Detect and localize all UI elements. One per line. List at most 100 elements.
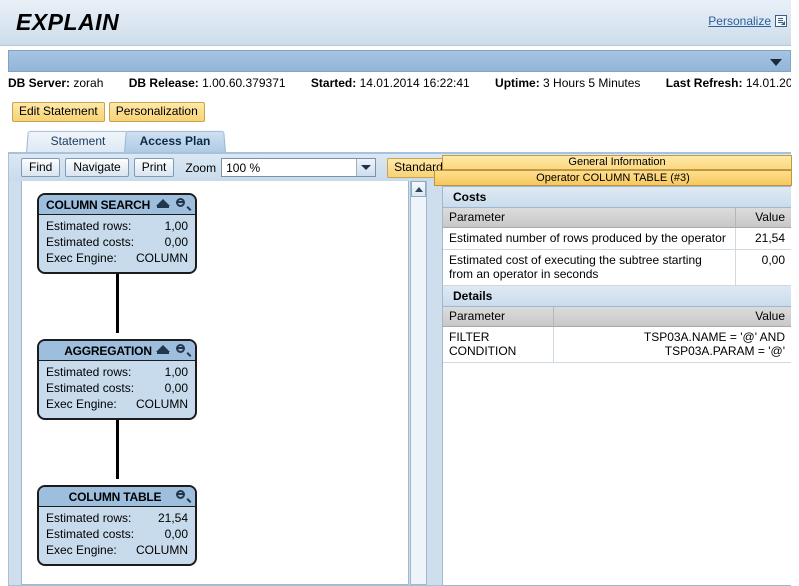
row-label: Exec Engine:: [46, 251, 117, 265]
magnify-minus-icon[interactable]: [176, 344, 190, 357]
row-value: 0,00: [164, 381, 188, 395]
costs-row-0-parameter: Estimated number of rows produced by the…: [443, 227, 736, 250]
tab-access-plan[interactable]: Access Plan: [124, 130, 226, 153]
costs-row-0-value: 21,54: [735, 227, 791, 250]
row-value: COLUMN: [135, 397, 188, 411]
page-right-margin: [791, 0, 799, 586]
costs-section-header: Costs: [443, 187, 791, 208]
plan-node-row: Estimated rows: 21,54: [46, 510, 188, 526]
plan-node-column-search[interactable]: COLUMN SEARCH Estimated rows: 1,00 Estim…: [37, 193, 197, 274]
personalize-link[interactable]: Personalize: [708, 14, 771, 28]
plan-node-title: COLUMN SEARCH: [46, 197, 151, 212]
costs-row-1-value: 0,00: [735, 249, 791, 286]
costs-col-value[interactable]: Value: [735, 208, 791, 228]
edit-statement-button[interactable]: Edit Statement: [12, 102, 105, 122]
info-label: Last Refresh:: [665, 76, 743, 90]
costs-table-header-row: Parameter Value: [443, 208, 791, 228]
tab-statement[interactable]: Statement: [26, 130, 130, 153]
plan-node-row: Estimated costs: 0,00: [46, 526, 188, 542]
detail-panel-body: Costs Parameter Value Estimated number o…: [442, 186, 792, 586]
info-value: zorah: [73, 76, 104, 90]
info-value: 14.01.2014 16:22:41: [359, 76, 470, 90]
table-row[interactable]: FILTER CONDITION TSP03A.NAME = '@' AND T…: [443, 326, 791, 363]
row-label: Exec Engine:: [46, 397, 117, 411]
chevron-down-icon[interactable]: [356, 159, 376, 176]
info-started: Started: 14.01.2014 16:22:41: [311, 76, 470, 90]
info-label: Started:: [310, 76, 357, 90]
print-button[interactable]: Print: [133, 158, 175, 177]
collapse-icon[interactable]: [156, 198, 170, 211]
plan-node-title: AGGREGATION: [64, 343, 152, 358]
plan-node-titlebar: COLUMN SEARCH: [39, 195, 195, 215]
plan-node-row: Exec Engine: COLUMN: [46, 542, 188, 558]
costs-row-1-parameter: Estimated cost of executing the subtree …: [443, 249, 736, 286]
navigate-button[interactable]: Navigate: [65, 158, 129, 177]
graph-connector: [116, 271, 119, 333]
personalization-button[interactable]: Personalization: [108, 102, 205, 122]
plan-node-row: Exec Engine: COLUMN: [46, 396, 188, 412]
plan-node-rows: Estimated rows: 1,00 Estimated costs: 0,…: [39, 361, 195, 418]
info-last-refresh: Last Refresh: 14.01.2014 19:25:26: [666, 76, 799, 90]
info-label: Uptime:: [495, 76, 540, 90]
magnify-minus-icon[interactable]: [176, 490, 190, 503]
details-col-value[interactable]: Value: [553, 307, 791, 327]
row-label: Estimated rows:: [46, 511, 132, 525]
operator-detail-panel: General Information Operator COLUMN TABL…: [434, 154, 792, 586]
row-value: 21,54: [157, 511, 188, 525]
costs-table: Parameter Value Estimated number of rows…: [443, 208, 791, 286]
plan-node-rows: Estimated rows: 1,00 Estimated costs: 0,…: [39, 215, 195, 272]
plan-node-row: Estimated costs: 0,00: [46, 234, 188, 250]
plan-node-aggregation[interactable]: AGGREGATION Estimated rows: 1,00 Estimat…: [37, 339, 197, 420]
zoom-combo[interactable]: 100 %: [221, 158, 377, 177]
tab-general-information[interactable]: General Information: [442, 155, 792, 170]
chevron-down-icon[interactable]: [770, 59, 782, 66]
magnify-minus-icon[interactable]: [176, 198, 190, 211]
graph-vertical-scrollbar[interactable]: [410, 181, 427, 585]
scroll-up-icon[interactable]: [411, 181, 426, 197]
row-label: Exec Engine:: [46, 543, 117, 557]
info-value: 1.00.60.379371: [202, 76, 286, 90]
plan-node-row: Estimated costs: 0,00: [46, 380, 188, 396]
table-row[interactable]: Estimated number of rows produced by the…: [443, 227, 791, 250]
row-label: Estimated rows:: [46, 365, 132, 379]
info-value: 3 Hours 5 Minutes: [543, 76, 641, 90]
tab-access-plan-label: Access Plan: [139, 134, 211, 148]
table-row[interactable]: Estimated cost of executing the subtree …: [443, 249, 791, 286]
plan-node-titlebar: AGGREGATION: [39, 341, 195, 361]
info-label: DB Release:: [128, 76, 199, 90]
info-db-server: DB Server: zorah: [8, 76, 103, 90]
row-value: 1,00: [164, 219, 188, 233]
find-button[interactable]: Find: [21, 158, 61, 177]
info-db-release: DB Release: 1.00.60.379371: [129, 76, 286, 90]
row-value: 0,00: [164, 527, 188, 541]
access-plan-graph[interactable]: COLUMN SEARCH Estimated rows: 1,00 Estim…: [21, 181, 409, 585]
personalize-area[interactable]: Personalize: [708, 14, 787, 28]
app-header: EXPLAIN Personalize: [0, 0, 799, 46]
row-label: Estimated costs:: [46, 235, 135, 249]
collapse-icon[interactable]: [156, 344, 170, 357]
system-info-line: DB Server: zorah DB Release: 1.00.60.379…: [8, 76, 799, 94]
plan-node-icons: [156, 344, 190, 357]
info-label: DB Server:: [8, 76, 71, 90]
details-section-header: Details: [443, 286, 791, 307]
tab-operator-column-table[interactable]: Operator COLUMN TABLE (#3): [434, 170, 792, 186]
row-label: Estimated rows:: [46, 219, 132, 233]
zoom-input[interactable]: 100 %: [222, 161, 356, 175]
plan-node-column-table[interactable]: COLUMN TABLE Estimated rows: 21,54 Estim…: [37, 485, 197, 566]
details-table-header-row: Parameter Value: [443, 307, 791, 327]
costs-col-parameter[interactable]: Parameter: [443, 208, 736, 228]
row-value: COLUMN: [135, 251, 188, 265]
row-value: 1,00: [164, 365, 188, 379]
action-button-row: Edit Statement Personalization: [12, 102, 205, 122]
personalize-icon[interactable]: [775, 15, 787, 27]
details-col-parameter[interactable]: Parameter: [443, 307, 554, 327]
plan-node-icons: [176, 490, 190, 503]
tabstrip: Statement Access Plan: [8, 130, 791, 154]
access-plan-pane: Find Navigate Print Zoom 100 % Standard …: [8, 154, 792, 586]
details-row-0-value: TSP03A.NAME = '@' AND TSP03A.PARAM = '@': [553, 326, 791, 363]
page-title: EXPLAIN: [16, 9, 120, 35]
tab-statement-label: Statement: [50, 134, 106, 148]
statement-selector-bar[interactable]: [8, 50, 791, 72]
plan-node-rows: Estimated rows: 21,54 Estimated costs: 0…: [39, 507, 195, 564]
plan-node-row: Estimated rows: 1,00: [46, 218, 188, 234]
